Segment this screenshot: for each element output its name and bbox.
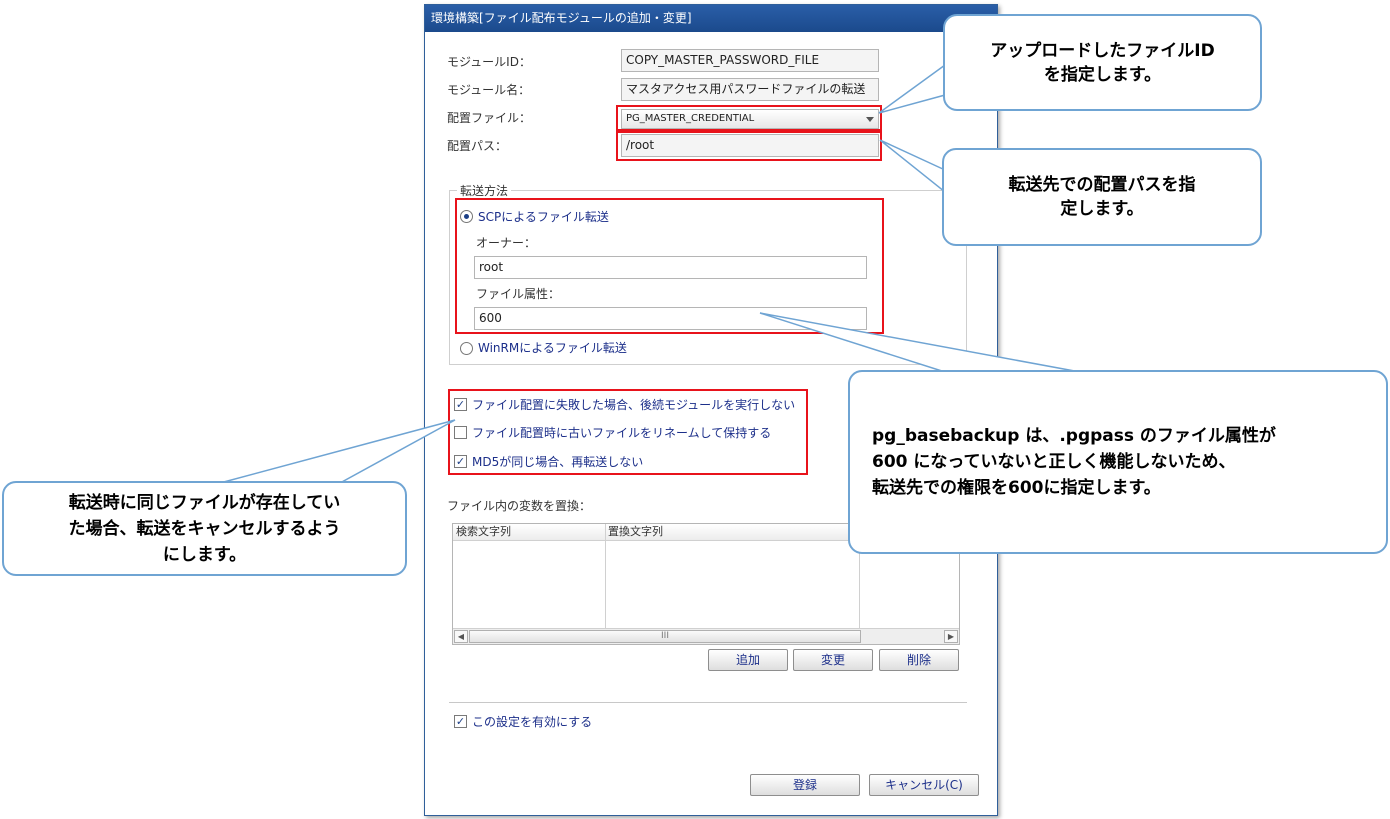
pointer-file-id xyxy=(878,63,946,114)
pointer-attr xyxy=(759,312,1081,373)
callout-file-id: アップロードしたファイルID を指定します。 xyxy=(943,14,1262,111)
callout-path-line-2: 定します。 xyxy=(1060,199,1144,219)
pointer-path xyxy=(879,139,946,194)
callout-md5-line-3: にします。 xyxy=(162,544,247,565)
callout-attr: pg_basebackup は、.pgpass のファイル属性が 600 になっ… xyxy=(848,370,1388,554)
callout-path-line-1: 転送先での配置パスを指 xyxy=(1008,175,1196,195)
callout-file-id-line-1: アップロードしたファイルID xyxy=(990,40,1215,61)
callout-attr-line-3: 転送先での権限を600に指定します。 xyxy=(872,478,1161,498)
callout-path: 転送先での配置パスを指 定します。 xyxy=(942,148,1262,246)
callout-md5-line-1: 転送時に同じファイルが存在してい xyxy=(68,492,341,513)
callout-attr-line-1: pg_basebackup は、.pgpass のファイル属性が xyxy=(872,426,1276,446)
callout-md5-line-2: た場合、転送をキャンセルするよう xyxy=(68,518,341,539)
callout-md5: 転送時に同じファイルが存在してい た場合、転送をキャンセルするよう にします。 xyxy=(2,481,407,576)
pointer-md5 xyxy=(219,419,456,484)
callout-file-id-line-2: を指定します。 xyxy=(1043,64,1162,85)
callout-attr-line-2: 600 になっていないと正しく機能しないため、 xyxy=(872,452,1236,472)
